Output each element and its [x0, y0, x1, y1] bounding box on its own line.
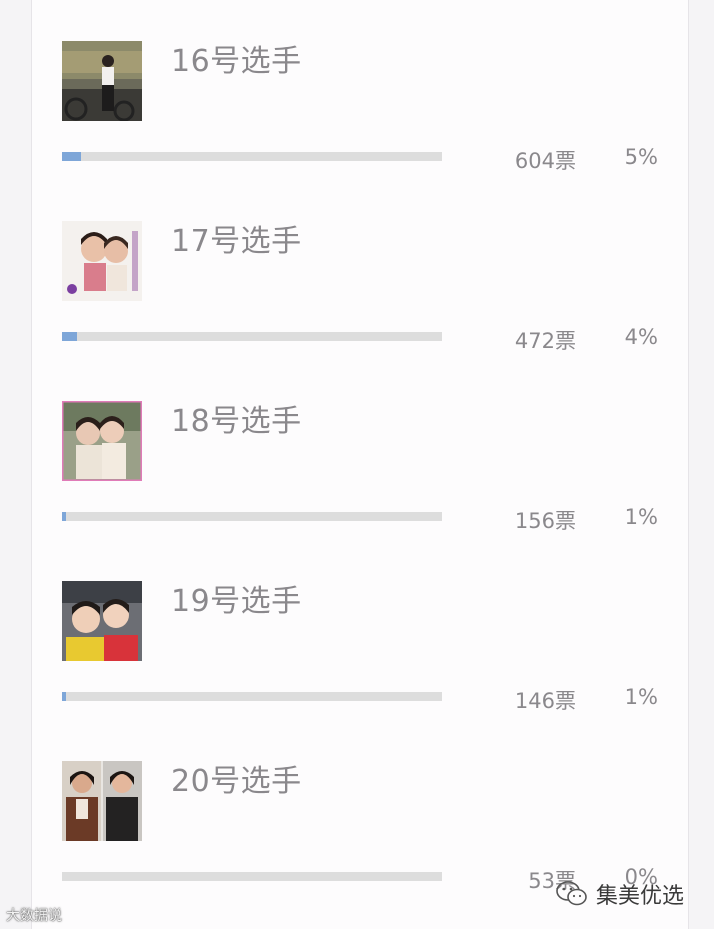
contestant-19-photo[interactable] — [62, 581, 142, 661]
vote-progress-fill — [62, 692, 66, 701]
vote-percent: 4% — [624, 325, 658, 349]
vote-percent: 1% — [624, 685, 658, 709]
contestant-16-photo[interactable] — [62, 41, 142, 121]
watermark-right: 集美优选 — [556, 878, 684, 910]
contestant-entry[interactable]: 17号选手 472票 4% — [32, 180, 690, 360]
vote-results-card: 16号选手 604票 5% 17号选手 472票 4% 18号选手 156票 1… — [31, 0, 689, 929]
watermark-left: 大数据说 — [6, 905, 62, 925]
contestant-name: 20号选手 — [171, 764, 302, 799]
contestant-18-photo[interactable] — [62, 401, 142, 481]
wechat-icon — [556, 881, 587, 906]
vote-progress-fill — [62, 512, 66, 521]
contestant-entry[interactable]: 20号选手 53票 0% — [32, 720, 690, 900]
contestant-17-photo[interactable] — [62, 221, 142, 301]
watermark-left-text: 大数据说 — [6, 908, 62, 924]
vote-percent: 5% — [624, 145, 658, 169]
vote-percent: 1% — [624, 505, 658, 529]
contestant-name: 18号选手 — [171, 404, 302, 439]
vote-count: 472票 — [514, 329, 576, 353]
contestant-name: 16号选手 — [171, 44, 302, 79]
contestant-entry[interactable]: 19号选手 146票 1% — [32, 540, 690, 720]
vote-count: 604票 — [514, 149, 576, 173]
vote-progress-bar — [62, 692, 442, 701]
vote-progress-bar — [62, 872, 442, 881]
watermark-right-text: 集美优选 — [596, 884, 685, 909]
vote-count: 146票 — [514, 689, 576, 713]
vote-count: 156票 — [514, 509, 576, 533]
page: 16号选手 604票 5% 17号选手 472票 4% 18号选手 156票 1… — [0, 0, 714, 929]
contestant-entry[interactable]: 16号选手 604票 5% — [32, 0, 690, 180]
contestant-20-photo[interactable] — [62, 761, 142, 841]
vote-progress-bar — [62, 332, 442, 341]
contestant-name: 17号选手 — [171, 224, 302, 259]
vote-progress-fill — [62, 332, 77, 341]
contestant-name: 19号选手 — [171, 584, 302, 619]
vote-progress-bar — [62, 512, 442, 521]
vote-progress-bar — [62, 152, 442, 161]
contestant-entry[interactable]: 18号选手 156票 1% — [32, 360, 690, 540]
vote-progress-fill — [62, 152, 81, 161]
